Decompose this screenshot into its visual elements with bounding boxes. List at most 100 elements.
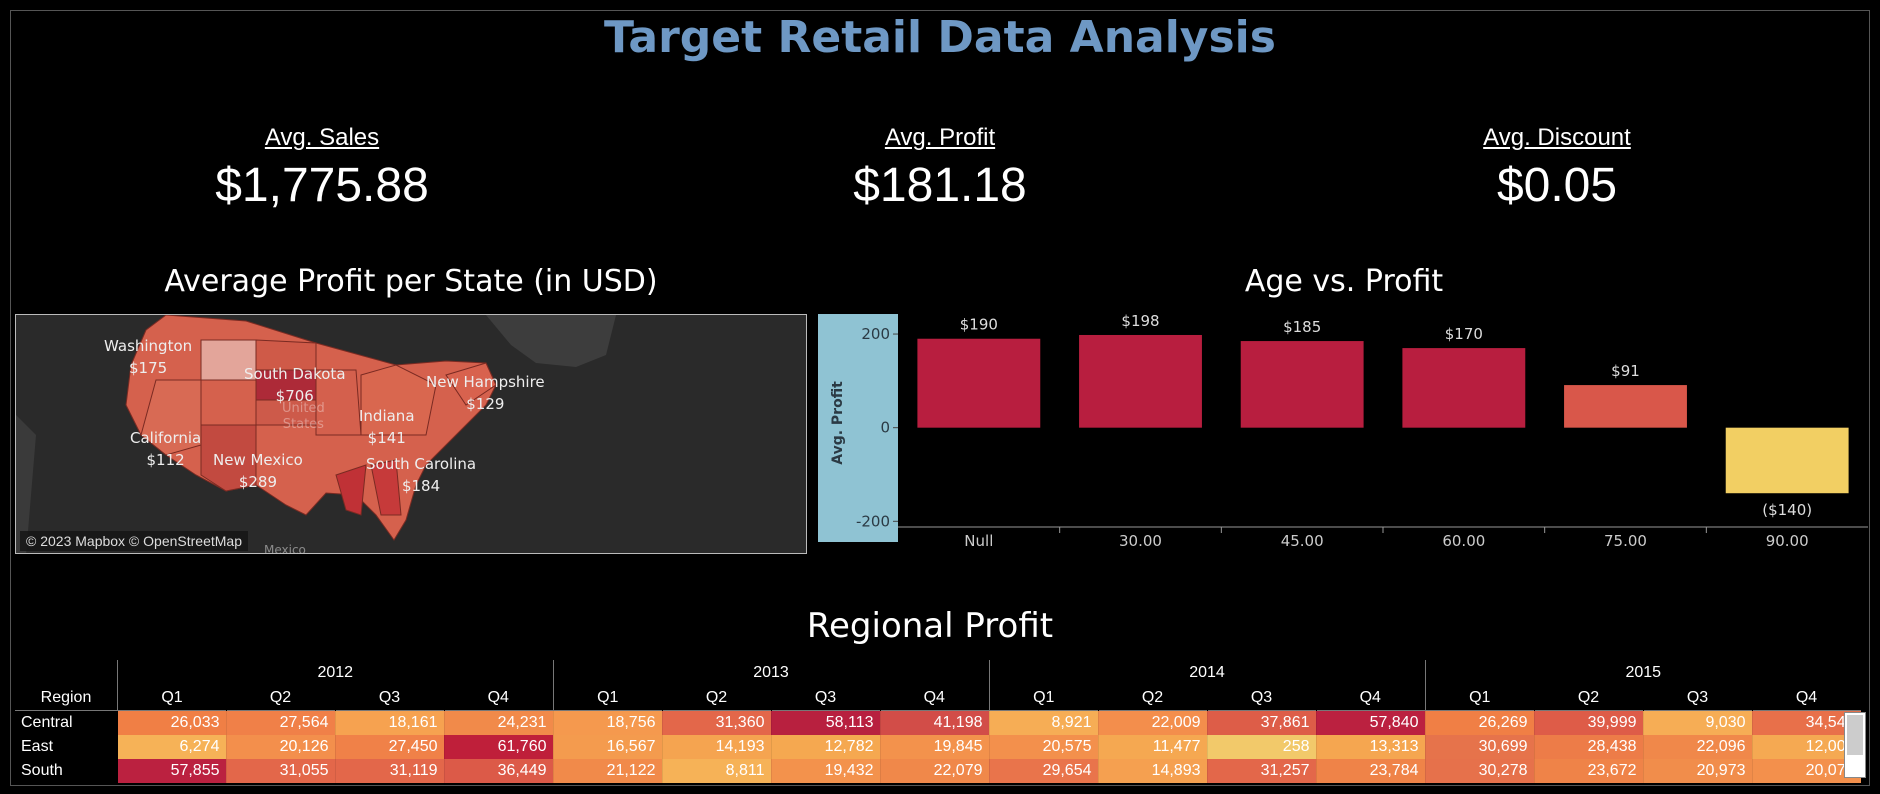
table-row[interactable]: Central 26,033 27,564 18,161 24,231 18,756 31,… (15, 710, 1862, 735)
profit-cell[interactable]: 21,122 (553, 759, 663, 783)
age-profit-chart[interactable]: Avg. Profit 200 0 -200 $190 Null $198 30.00 $185… (818, 314, 1870, 552)
kpi-label: Avg. Sales (264, 124, 380, 151)
map-title: Average Profit per State (in USD) (164, 264, 658, 299)
profit-cell[interactable]: 8,811 (662, 759, 772, 783)
table-row[interactable]: East 6,274 20,126 27,450 61,760 16,567 14,193 1… (15, 735, 1862, 759)
profit-cell[interactable]: 20,575 (989, 735, 1099, 759)
y-tick-label: 200 (861, 325, 890, 343)
profit-cell[interactable]: 30,699 (1425, 735, 1535, 759)
quarter-header: Q2 (705, 689, 728, 706)
quarter-header: Q4 (1795, 689, 1818, 706)
quarter-header: Q3 (1686, 689, 1709, 706)
region-name: Central (21, 714, 73, 731)
profit-cell[interactable]: 26,033 (117, 710, 227, 735)
profit-cell[interactable]: 58,113 (771, 710, 881, 735)
kpi-label: Avg. Profit (884, 124, 996, 151)
profit-cell[interactable]: 31,055 (226, 759, 336, 783)
profit-cell[interactable]: 8,921 (989, 710, 1099, 735)
region-header: Region (40, 689, 92, 706)
bar[interactable] (917, 338, 1041, 428)
profit-cell[interactable]: 258 (1207, 735, 1317, 759)
quarter-header: Q3 (378, 689, 401, 706)
profit-cell[interactable]: 27,564 (226, 710, 336, 735)
profit-map[interactable]: Washington $175 South Dakota $706 New Hamp… (15, 314, 807, 554)
bar-data-label: $170 (1445, 325, 1483, 343)
x-tick-label: 75.00 (1604, 532, 1647, 550)
profit-cell[interactable]: 28,438 (1534, 735, 1644, 759)
profit-cell[interactable]: 26,269 (1425, 710, 1535, 735)
bar-data-label: $190 (960, 316, 998, 334)
table-row[interactable]: South 57,855 31,055 31,119 36,449 21,122 8,811… (15, 759, 1862, 783)
kpi-value: $181.18 (853, 159, 1027, 212)
year-header: 2015 (1424, 660, 1861, 686)
map-label-new-mexico: New Mexico $289 (213, 451, 303, 491)
profit-cell[interactable]: 41,198 (880, 710, 990, 735)
profit-cell[interactable]: 23,672 (1534, 759, 1644, 783)
profit-cell[interactable]: 61,760 (444, 735, 554, 759)
profit-cell[interactable]: 22,096 (1643, 735, 1753, 759)
profit-cell[interactable]: 31,360 (662, 710, 772, 735)
profit-cell[interactable]: 29,654 (989, 759, 1099, 783)
region-name: East (21, 738, 54, 755)
bar[interactable] (1240, 341, 1364, 428)
profit-cell[interactable]: 31,119 (335, 759, 445, 783)
profit-cell[interactable]: 9,030 (1643, 710, 1753, 735)
profit-cell[interactable]: 19,845 (880, 735, 990, 759)
quarter-header: Q2 (1577, 689, 1600, 706)
quarter-header: Q4 (487, 689, 509, 706)
map-label-washington: Washington $175 (104, 337, 193, 377)
profit-cell[interactable]: 27,450 (335, 735, 445, 759)
profit-cell[interactable]: 12,782 (771, 735, 881, 759)
profit-cell[interactable]: 24,231 (444, 710, 554, 735)
profit-cell[interactable]: 36,449 (444, 759, 554, 783)
profit-cell[interactable]: 13,313 (1316, 735, 1426, 759)
year-header: 2012 (117, 660, 553, 686)
chart-title: Age vs. Profit (1244, 264, 1444, 299)
y-tick-label: -200 (856, 512, 890, 530)
profit-cell[interactable]: 14,893 (1098, 759, 1208, 783)
quarter-header: Q1 (988, 686, 1098, 711)
kpi-label: Avg. Discount (1483, 124, 1631, 151)
quarter-header: Q4 (1359, 689, 1381, 706)
bar[interactable] (1725, 427, 1849, 494)
quarter-header: Q3 (814, 689, 837, 706)
profit-cell[interactable]: 16,567 (553, 735, 663, 759)
profit-cell[interactable]: 18,756 (553, 710, 663, 735)
profit-cell[interactable]: 22,009 (1098, 710, 1208, 735)
profit-cell[interactable]: 57,840 (1316, 710, 1426, 735)
map-country-label: United States (282, 401, 325, 432)
bar-data-label: ($140) (1762, 501, 1812, 519)
profit-cell[interactable]: 37,861 (1207, 710, 1317, 735)
profit-cell[interactable]: 22,079 (880, 759, 990, 783)
profit-cell[interactable]: 14,193 (662, 735, 772, 759)
quarter-header: Q1 (117, 686, 226, 711)
x-tick-label: Null (964, 532, 993, 550)
quarter-header: Q1 (1424, 686, 1534, 711)
bar[interactable] (1564, 385, 1687, 428)
profit-cell[interactable]: 11,477 (1098, 735, 1208, 759)
year-header: 2014 (988, 660, 1425, 686)
kpi-value: $1,775.88 (215, 159, 429, 212)
scrollbar-thumb[interactable] (1847, 715, 1863, 755)
dashboard-title: Target Retail Data Analysis (604, 12, 1276, 63)
profit-cell[interactable]: 20,126 (226, 735, 336, 759)
table-scrollbar[interactable] (1844, 712, 1866, 778)
profit-cell[interactable]: 20,973 (1643, 759, 1753, 783)
profit-cell[interactable]: 23,784 (1316, 759, 1426, 783)
bar-data-label: $91 (1611, 362, 1640, 380)
profit-cell[interactable]: 31,257 (1207, 759, 1317, 783)
profit-cell[interactable]: 18,161 (335, 710, 445, 735)
year-header: 2013 (552, 660, 989, 686)
profit-cell[interactable]: 6,274 (117, 735, 227, 759)
bar[interactable] (1079, 334, 1202, 428)
map-label-indiana: Indiana $141 (359, 407, 415, 447)
profit-cell[interactable]: 57,855 (117, 759, 227, 783)
kpi-avg-sales: Avg. Sales $1,775.88 (112, 124, 532, 213)
map-credit[interactable]: © 2023 Mapbox © OpenStreetMap (20, 531, 248, 551)
profit-cell[interactable]: 30,278 (1425, 759, 1535, 783)
profit-cell[interactable]: 19,432 (771, 759, 881, 783)
bar[interactable] (1402, 348, 1526, 428)
quarter-header: Q2 (269, 689, 292, 706)
quarter-header: Q2 (1141, 689, 1164, 706)
profit-cell[interactable]: 39,999 (1534, 710, 1644, 735)
